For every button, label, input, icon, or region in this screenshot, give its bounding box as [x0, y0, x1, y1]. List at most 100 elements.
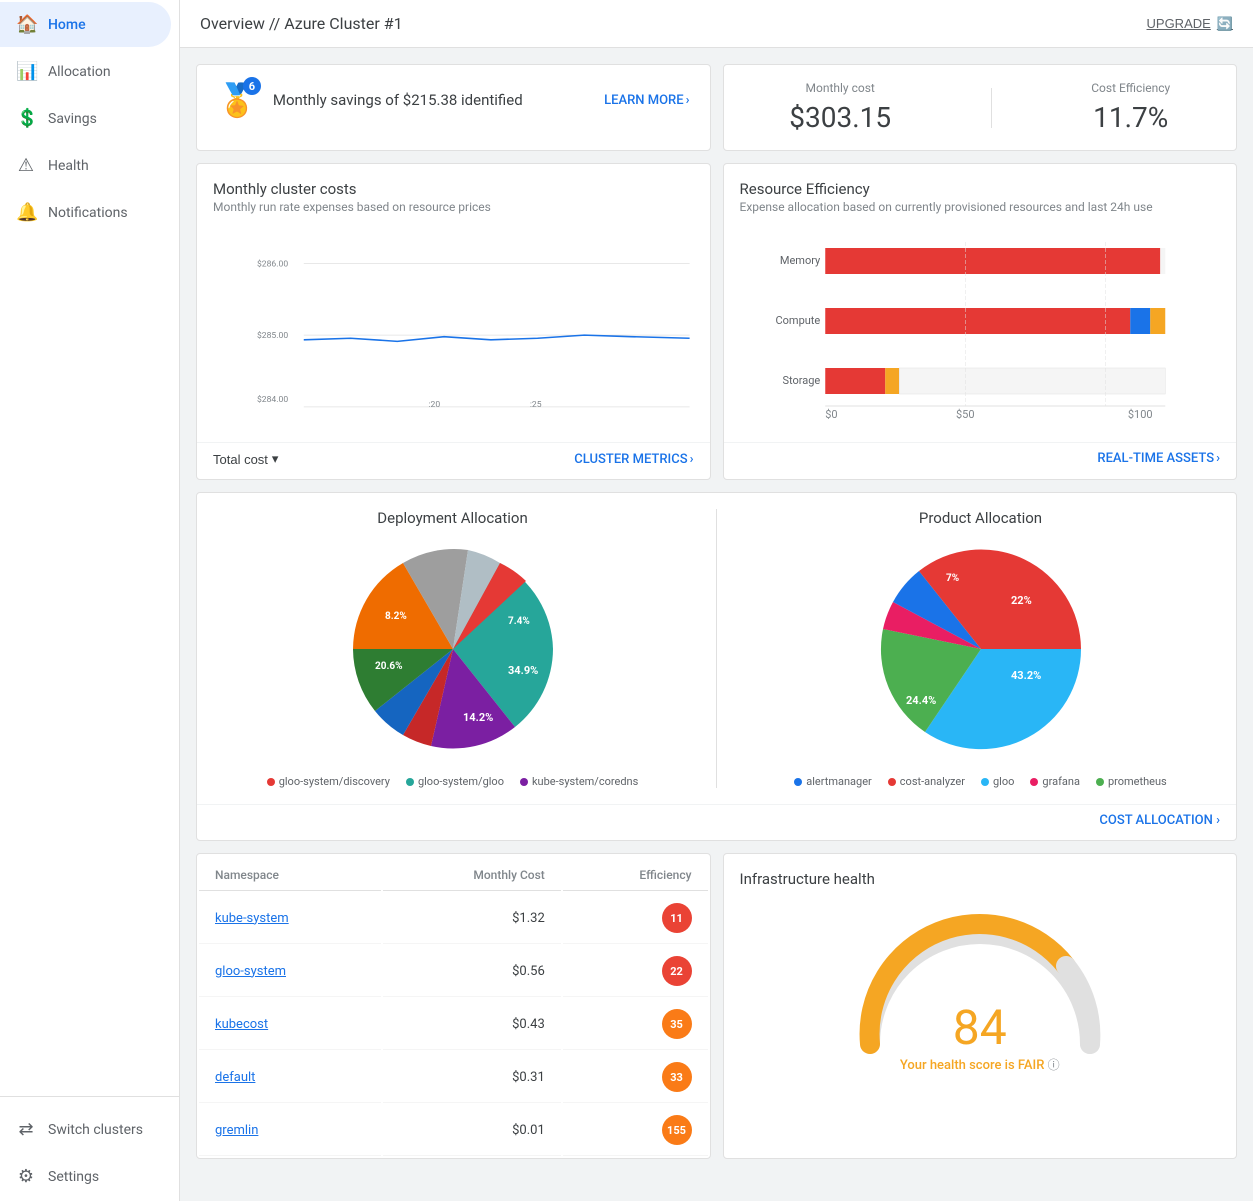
sidebar-item-health[interactable]: ⚠ Health: [0, 143, 171, 188]
namespace-link[interactable]: gremlin: [215, 1123, 258, 1138]
cost-divider: [991, 88, 992, 128]
legend-label-gloo: gloo-system/gloo: [418, 775, 504, 788]
sidebar-item-savings[interactable]: 💲 Savings: [0, 96, 171, 141]
deployment-legend: gloo-system/discovery gloo-system/gloo k…: [267, 775, 639, 788]
namespace-link[interactable]: gloo-system: [215, 964, 286, 979]
sidebar-item-switch-clusters[interactable]: ⇄ Switch clusters: [0, 1107, 171, 1152]
svg-text:34.9%: 34.9%: [508, 664, 538, 677]
legend-label-gloo-product: gloo: [993, 775, 1014, 788]
namespace-card: Namespace Monthly Cost Efficiency kube-s…: [196, 853, 711, 1159]
chevron-right-icon: ›: [690, 452, 694, 467]
chevron-right-icon: ›: [686, 93, 690, 108]
sidebar-label-home: Home: [48, 17, 86, 33]
svg-text:7.4%: 7.4%: [508, 616, 530, 627]
health-score: 84: [900, 1004, 1060, 1052]
svg-text:24.4%: 24.4%: [906, 694, 936, 707]
bar-chart: Memory Compute Storage: [740, 230, 1221, 430]
line-chart-area: $286.00 $285.00 $284.00 :20 :25: [197, 222, 710, 442]
deployment-allocation-title: Deployment Allocation: [377, 509, 527, 527]
table-row: gremlin $0.01 155: [199, 1105, 708, 1156]
svg-text:$284.00: $284.00: [257, 394, 288, 405]
cost-efficiency-metric: Cost Efficiency 11.7%: [1091, 81, 1170, 134]
savings-card: 🏅 6 Monthly savings of $215.38 identifie…: [196, 64, 711, 151]
cost-allocation-link[interactable]: COST ALLOCATION ›: [1099, 813, 1220, 828]
legend-label-alertmanager: alertmanager: [806, 775, 872, 788]
table-row: gloo-system $0.56 22: [199, 946, 708, 997]
health-label-text: Your health score is: [900, 1058, 1015, 1073]
efficiency-cell: 22: [563, 946, 708, 997]
health-icon: ⚠: [16, 155, 36, 176]
savings-icon: 💲: [16, 108, 36, 129]
svg-text:14.2%: 14.2%: [463, 711, 493, 724]
monthly-cost-cell: $0.01: [383, 1105, 561, 1156]
health-label: Your health score is FAIR ⓘ: [900, 1056, 1060, 1073]
legend-label-cost-analyzer: cost-analyzer: [900, 775, 965, 788]
chart-footer: Total cost ▾ CLUSTER METRICS ›: [197, 442, 710, 479]
col-monthly-cost: Monthly Cost: [383, 856, 561, 891]
namespace-link[interactable]: kubecost: [215, 1017, 268, 1032]
real-time-assets-link[interactable]: REAL-TIME ASSETS ›: [1097, 451, 1220, 466]
settings-icon: ⚙: [16, 1166, 36, 1187]
cluster-metrics-link[interactable]: CLUSTER METRICS ›: [574, 452, 693, 467]
cluster-metrics-label: CLUSTER METRICS: [574, 452, 687, 467]
legend-item-cost-analyzer: cost-analyzer: [888, 775, 965, 788]
total-cost-label: Total cost: [213, 452, 268, 467]
legend-item-alertmanager: alertmanager: [794, 775, 872, 788]
efficiency-cell: 155: [563, 1105, 708, 1156]
efficiency-badge: 35: [662, 1009, 692, 1039]
upgrade-button[interactable]: UPGRADE 🔄: [1147, 16, 1233, 32]
switch-clusters-icon: ⇄: [16, 1119, 36, 1140]
middle-row: Monthly cluster costs Monthly run rate e…: [196, 163, 1237, 480]
table-row: default $0.31 33: [199, 1052, 708, 1103]
learn-more-link[interactable]: LEARN MORE ›: [604, 93, 689, 108]
sidebar-label-health: Health: [48, 158, 89, 174]
cost-efficiency-value: 11.7%: [1091, 101, 1170, 134]
monthly-cost-metric: Monthly cost $303.15: [789, 81, 891, 134]
monthly-cluster-costs-card: Monthly cluster costs Monthly run rate e…: [196, 163, 711, 480]
legend-label-grafana: grafana: [1042, 775, 1080, 788]
svg-text:$100: $100: [1127, 408, 1152, 421]
deployment-pie-wrap: 7.4% 34.9% 14.2% 20.6% 8.2%: [343, 539, 563, 763]
monthly-cost-cell: $0.56: [383, 946, 561, 997]
legend-label-discovery: gloo-system/discovery: [279, 775, 390, 788]
gauge-wrap: 84 Your health score is FAIR ⓘ: [740, 904, 1221, 1073]
info-icon: ⓘ: [1048, 1058, 1060, 1072]
sidebar-label-allocation: Allocation: [48, 64, 111, 80]
resource-chart-header: Resource Efficiency Expense allocation b…: [724, 164, 1237, 222]
content-area: 🏅 6 Monthly savings of $215.38 identifie…: [180, 48, 1253, 1175]
sidebar-label-settings: Settings: [48, 1169, 99, 1185]
resource-chart-footer: REAL-TIME ASSETS ›: [724, 442, 1237, 478]
health-title: Infrastructure health: [740, 870, 1221, 888]
efficiency-badge: 155: [662, 1115, 692, 1145]
col-efficiency: Efficiency: [563, 856, 708, 891]
cost-efficiency-label: Cost Efficiency: [1091, 81, 1170, 95]
real-time-assets-label: REAL-TIME ASSETS: [1097, 451, 1214, 466]
bottom-row: Namespace Monthly Cost Efficiency kube-s…: [196, 853, 1237, 1159]
efficiency-badge: 11: [662, 903, 692, 933]
total-cost-button[interactable]: Total cost ▾: [213, 451, 278, 467]
sidebar-item-allocation[interactable]: 📊 Allocation: [0, 49, 171, 94]
deployment-allocation: Deployment Allocation: [213, 509, 692, 788]
svg-text:Storage: Storage: [782, 374, 820, 387]
legend-item-discovery: gloo-system/discovery: [267, 775, 390, 788]
page-title: Overview // Azure Cluster #1: [200, 14, 403, 33]
chevron-right-icon: ›: [1216, 813, 1220, 828]
cost-allocation-label: COST ALLOCATION: [1099, 813, 1212, 828]
main-content: Overview // Azure Cluster #1 UPGRADE 🔄 🏅…: [180, 0, 1253, 1201]
svg-text:22%: 22%: [1011, 594, 1032, 607]
top-row: 🏅 6 Monthly savings of $215.38 identifie…: [196, 64, 1237, 151]
svg-text:43.2%: 43.2%: [1011, 669, 1041, 682]
namespace-link[interactable]: kube-system: [215, 911, 289, 926]
sidebar-item-notifications[interactable]: 🔔 Notifications: [0, 190, 171, 235]
namespace-link[interactable]: default: [215, 1070, 255, 1085]
monthly-cost-cell: $0.31: [383, 1052, 561, 1103]
sidebar-item-settings[interactable]: ⚙ Settings: [0, 1154, 171, 1199]
savings-icon-wrap: 🏅 6: [217, 81, 257, 119]
sidebar-label-notifications: Notifications: [48, 205, 128, 221]
efficiency-cell: 11: [563, 893, 708, 944]
cost-metrics: Monthly cost $303.15 Cost Efficiency 11.…: [724, 65, 1237, 150]
svg-text:$286.00: $286.00: [257, 259, 288, 270]
svg-text::25: :25: [530, 400, 542, 410]
gauge-score-area: 84 Your health score is FAIR ⓘ: [900, 1004, 1060, 1073]
sidebar-item-home[interactable]: 🏠 Home: [0, 2, 171, 47]
